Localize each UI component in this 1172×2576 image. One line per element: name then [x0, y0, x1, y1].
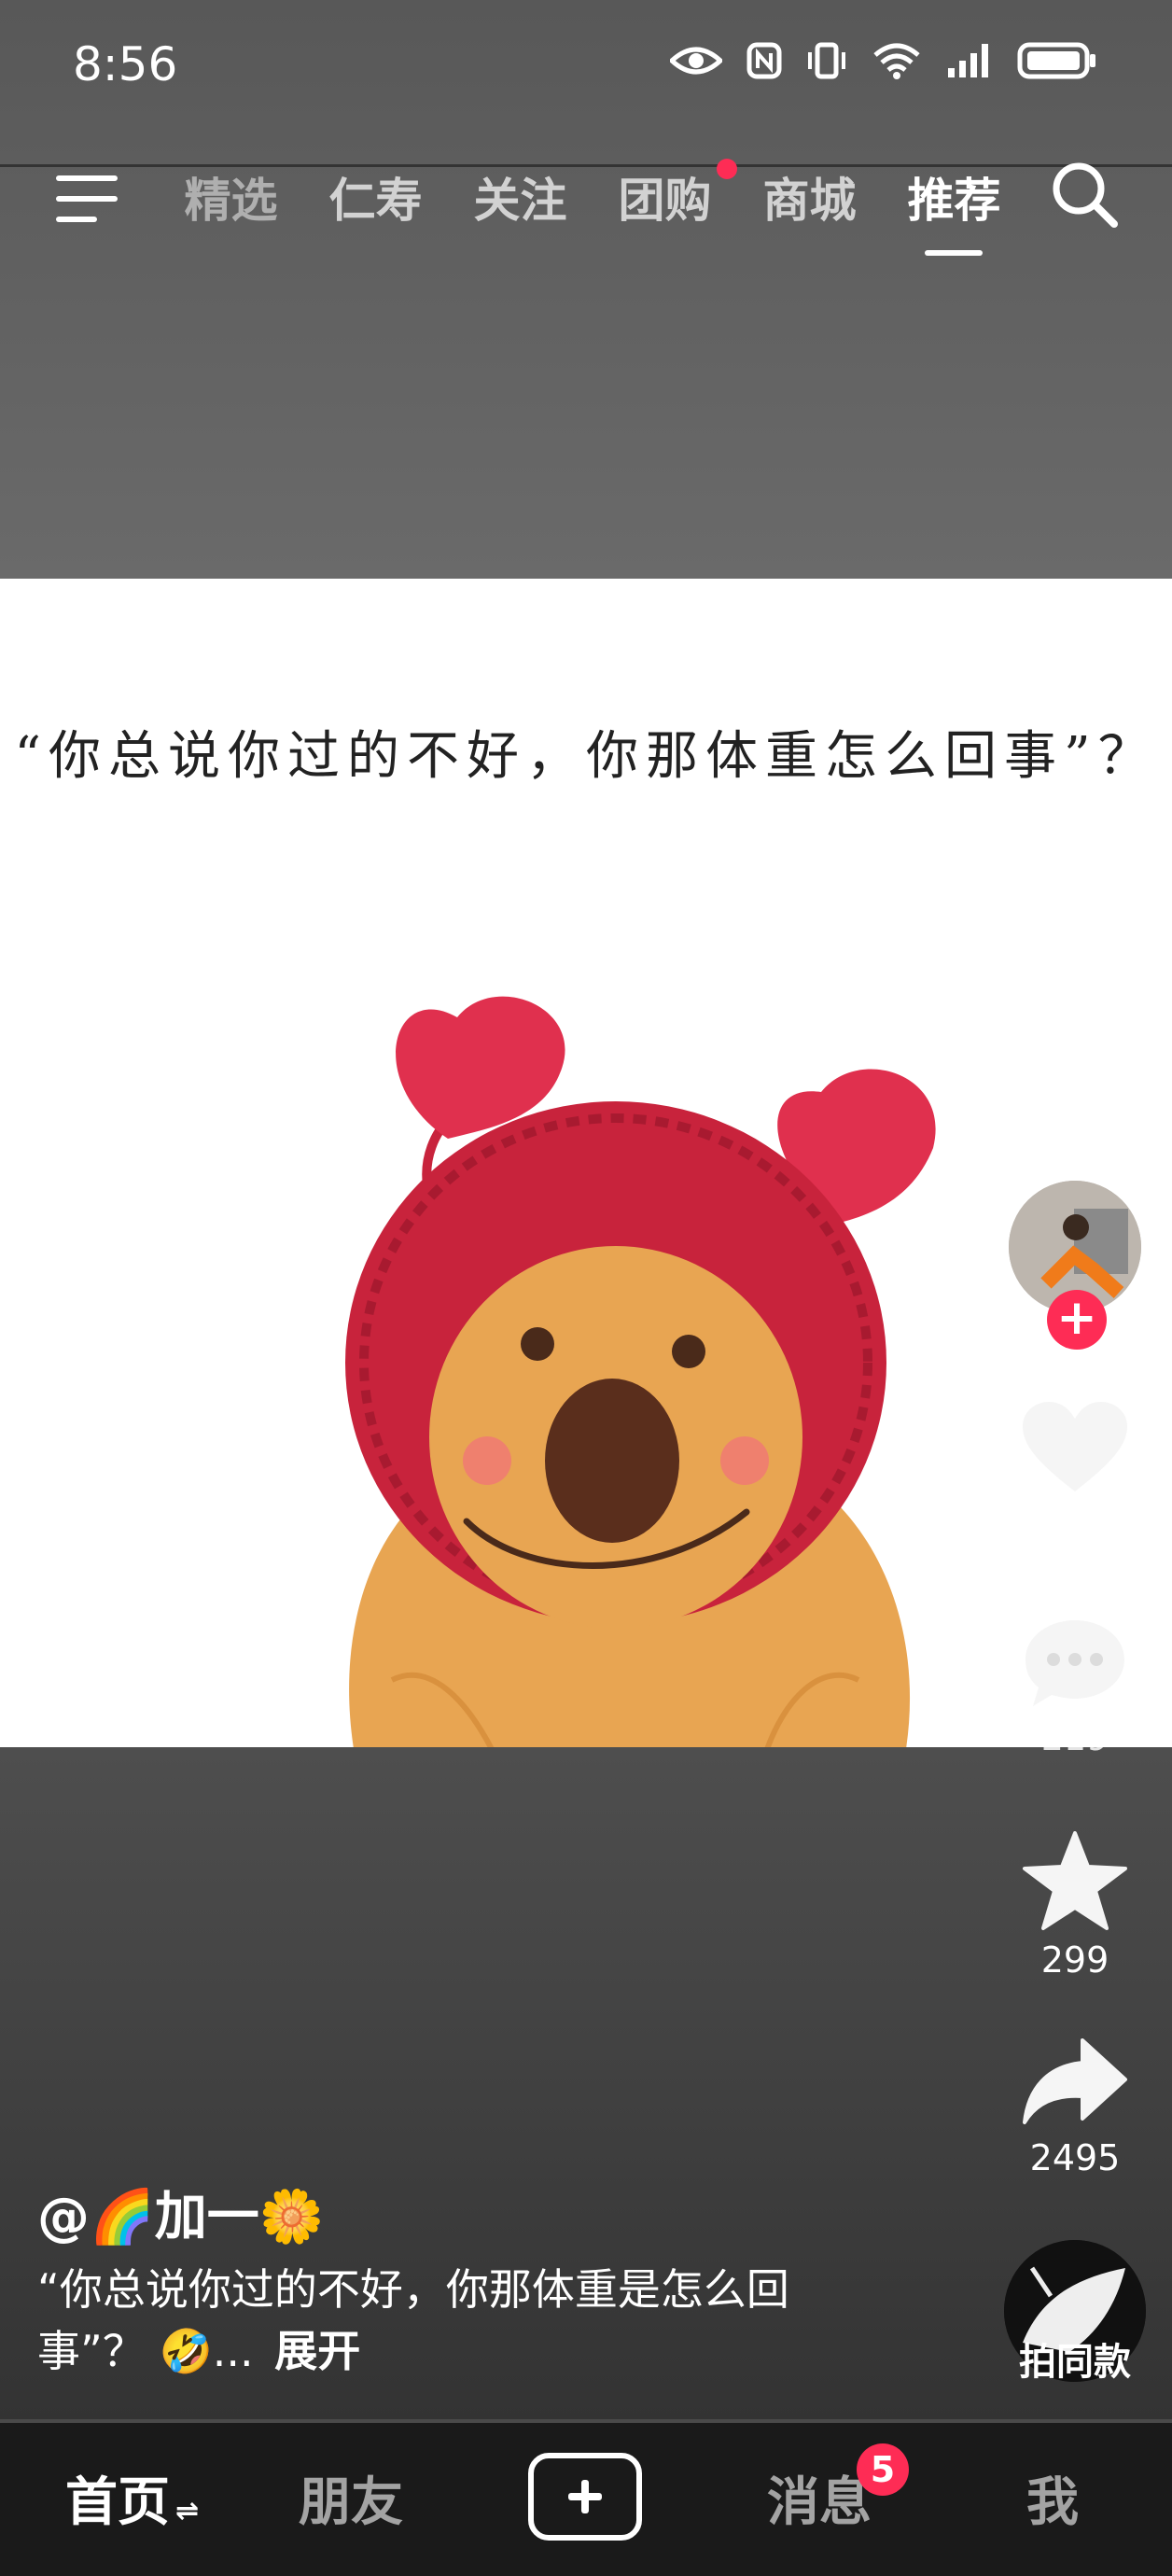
battery-icon — [1017, 42, 1095, 79]
messages-badge: 5 — [857, 2443, 909, 2496]
tab-shangcheng[interactable]: 商城 — [737, 159, 882, 243]
top-nav: 精选 仁寿 关注 团购 商城 推荐 — [0, 149, 1172, 261]
status-time: 8:56 — [73, 37, 178, 91]
vibrate-icon — [808, 42, 845, 79]
like-count: 1041 — [1029, 1503, 1121, 1544]
share-action[interactable]: 2495 — [1000, 2037, 1150, 2178]
tab-tuangou-label: 团购 — [618, 174, 712, 228]
refresh-toggle-icon: ⇌ — [175, 2495, 200, 2527]
comment-count: 219 — [1040, 1717, 1109, 1758]
nav-me[interactable]: 我 — [1026, 2460, 1079, 2536]
notification-dot — [717, 159, 737, 179]
signal-icon — [948, 44, 988, 77]
tab-renshou[interactable]: 仁寿 — [303, 159, 448, 243]
tab-tuangou[interactable]: 团购 — [593, 159, 737, 243]
share-count: 2495 — [1029, 2137, 1121, 2178]
search-icon[interactable] — [1049, 159, 1120, 230]
follow-button[interactable]: + — [1047, 1290, 1107, 1350]
post-description: “你总说你过的不好，你那体重是怎么回事”？ 🤣... 展开 — [37, 2259, 896, 2382]
comment-action[interactable]: 219 — [1000, 1617, 1150, 1758]
star-icon — [1023, 1831, 1127, 1930]
description-text: “你总说你过的不好，你那体重是怎么回事”？ 🤣... — [37, 2264, 789, 2376]
same-style-label: 拍同款 — [1019, 2341, 1131, 2384]
share-arrow-icon — [1023, 2038, 1127, 2124]
tab-bar: 精选 仁寿 关注 团购 商城 推荐 — [159, 159, 1026, 256]
create-button[interactable] — [528, 2453, 642, 2541]
bottom-nav: 首页 ⇌ 朋友 消息 5 我 — [0, 2423, 1172, 2576]
tab-guanzhu[interactable]: 关注 — [448, 159, 593, 243]
heart-icon — [1023, 1402, 1127, 1491]
nfc-icon — [746, 42, 782, 79]
favorite-count: 299 — [1040, 1939, 1109, 1981]
nav-friends[interactable]: 朋友 — [299, 2460, 403, 2536]
status-icons — [670, 41, 1097, 80]
status-bar: 8:56 — [0, 0, 1172, 140]
nav-home[interactable]: 首页 ⇌ — [65, 2460, 199, 2536]
tab-jingxuan[interactable]: 精选 — [159, 159, 303, 243]
menu-icon[interactable] — [54, 172, 121, 228]
like-action[interactable]: 1041 — [1000, 1402, 1150, 1544]
bear-illustration — [345, 996, 936, 1747]
eye-icon — [670, 47, 722, 75]
comment-icon — [1026, 1620, 1124, 1706]
wifi-icon — [873, 43, 920, 79]
nav-home-label: 首页 — [65, 2472, 170, 2533]
video-overlay-caption: “你总说你过的不好，你那体重怎么回事”？ — [14, 726, 1158, 787]
tab-tuijian[interactable]: 推荐 — [882, 159, 1026, 256]
author-name[interactable]: @🌈加一🌼 — [37, 2175, 324, 2250]
favorite-action[interactable]: 299 — [1000, 1831, 1150, 1981]
plus-icon — [568, 2480, 602, 2513]
video-player[interactable]: “你总说你过的不好，你那体重怎么回事”？ — [0, 579, 1172, 1747]
expand-link[interactable]: 展开 — [274, 2326, 360, 2376]
